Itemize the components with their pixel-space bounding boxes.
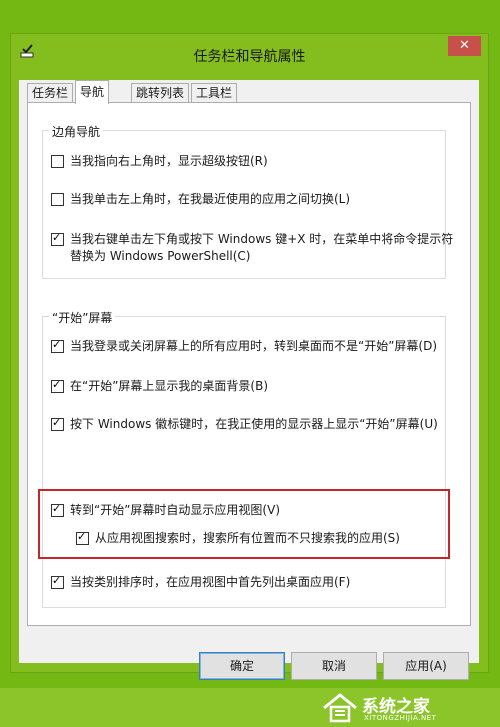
checkbox-checked[interactable] [51,416,64,431]
dialog-client-area: 任务栏 导航 跳转列表 工具栏 边角导航 当我指向右上角时，显示超级按钮(R) … [19,80,479,680]
title-bar[interactable]: 任务栏和导航属性 ✕ [11,34,488,76]
checkbox-checked[interactable] [51,574,64,589]
option-label: 转到“开始”屏幕时自动显示应用视图(V) [70,503,281,517]
option-search-everywhere[interactable]: 从应用视图搜索时，搜索所有位置而不只搜索我的应用(S) [76,530,400,547]
option-label: 当按类别排序时，在应用视图中首先列出桌面应用(F) [70,575,351,589]
checkbox[interactable] [51,155,64,168]
option-desktop-background[interactable]: 在“开始”屏幕上显示我的桌面背景(B) [51,378,268,395]
tab-jump-lists[interactable]: 跳转列表 [131,83,190,103]
navigation-tab-panel: 边角导航 当我指向右上角时，显示超级按钮(R) 当我单击左上角时，在我最近使用的… [27,102,471,626]
option-show-apps-view[interactable]: 转到“开始”屏幕时自动显示应用视图(V) [51,502,280,519]
checkbox-checked[interactable] [51,502,64,517]
option-label: 从应用视图搜索时，搜索所有位置而不只搜索我的应用(S) [95,531,400,545]
option-start-on-current-display[interactable]: 按下 Windows 徽标键时，在我正使用的显示器上显示“开始”屏幕(U) [51,416,438,433]
checkbox-checked[interactable] [76,530,89,545]
option-replace-powershell[interactable]: 当我右键单击左下角或按下 Windows 键+X 时，在菜单中将命令提示符 替换… [51,231,453,265]
watermark-url: XITONGZHIJIA.NET [364,714,437,722]
option-label: 当我登录或关闭屏幕上的所有应用时，转到桌面而不是“开始”屏幕(D) [70,339,438,353]
close-icon: ✕ [459,38,470,53]
option-switch-recent-apps[interactable]: 当我单击左上角时，在我最近使用的应用之间切换(L) [51,191,350,208]
corner-navigation-title: 边角导航 [49,123,104,140]
checkbox-checked[interactable] [51,338,64,353]
option-show-charms[interactable]: 当我指向右上角时，显示超级按钮(R) [51,153,268,170]
start-screen-group: “开始”屏幕 [42,309,446,608]
option-label-line1: 当我右键单击左下角或按下 Windows 键+X 时，在菜单中将命令提示符 [70,232,454,246]
window-title: 任务栏和导航属性 [193,49,306,65]
option-label: 当我右键单击左下角或按下 Windows 键+X 时，在菜单中将命令提示符 替换… [70,231,453,265]
house-logo-icon [323,693,357,723]
option-label: 当我指向右上角时，显示超级按钮(R) [70,154,268,168]
option-label: 在“开始”屏幕上显示我的桌面背景(B) [70,379,269,393]
apply-button[interactable]: 应用(A) [383,652,469,680]
tab-navigation[interactable]: 导航 [75,80,110,104]
properties-dialog: 任务栏和导航属性 ✕ 任务栏 导航 跳转列表 工具栏 边角导航 当我指向右上角时… [11,34,488,680]
site-watermark: 系统之家 XITONGZHIJIA.NET [318,690,498,726]
option-label: 按下 Windows 徽标键时，在我正使用的显示器上显示“开始”屏幕(U) [70,417,438,431]
highlight-box [38,489,450,559]
option-label: 当我单击左上角时，在我最近使用的应用之间切换(L) [70,192,351,206]
start-screen-title: “开始”屏幕 [49,309,116,326]
tab-toolbars[interactable]: 工具栏 [191,83,238,103]
close-button[interactable]: ✕ [448,36,481,56]
checkbox-checked[interactable] [51,378,64,393]
checkbox[interactable] [51,193,64,206]
option-label-line2: 替换为 Windows PowerShell(C) [70,249,251,263]
option-go-to-desktop[interactable]: 当我登录或关闭屏幕上的所有应用时，转到桌面而不是“开始”屏幕(D) [51,338,437,355]
tab-taskbar[interactable]: 任务栏 [27,83,74,103]
option-list-desktop-apps-first[interactable]: 当按类别排序时，在应用视图中首先列出桌面应用(F) [51,574,350,591]
ok-button[interactable]: 确定 [199,652,285,680]
checkbox-checked[interactable] [51,231,64,246]
cancel-button[interactable]: 取消 [291,652,377,680]
